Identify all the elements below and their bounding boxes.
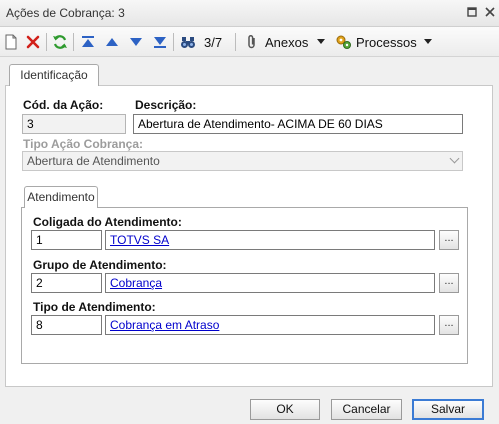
toolbar: 3/7 Anexos Processos: [0, 27, 499, 57]
first-record-icon[interactable]: [80, 34, 96, 50]
delete-icon[interactable]: [25, 34, 41, 50]
anexos-menu[interactable]: Anexos: [265, 35, 308, 50]
close-icon[interactable]: [483, 6, 497, 20]
toolbar-separator: [46, 33, 47, 51]
paperclip-icon[interactable]: [244, 34, 260, 50]
grupo-name-link[interactable]: Cobrança: [110, 276, 162, 290]
new-record-icon[interactable]: [3, 34, 19, 50]
tipo-atendimento-name-field[interactable]: Cobrança em Atraso: [105, 315, 435, 335]
processos-gear-icon[interactable]: [335, 34, 351, 50]
toolbar-separator: [235, 33, 236, 51]
last-record-icon[interactable]: [152, 34, 168, 50]
title-bar: Ações de Cobrança: 3: [0, 0, 499, 27]
ok-button[interactable]: OK: [250, 399, 320, 420]
descricao-label: Descrição:: [135, 98, 197, 112]
tipo-atendimento-label: Tipo de Atendimento:: [33, 300, 156, 314]
window-title: Ações de Cobrança: 3: [6, 6, 125, 20]
record-counter: 3/7: [204, 35, 223, 50]
grupo-name-field[interactable]: Cobrança: [105, 273, 435, 293]
tab-atendimento[interactable]: Atendimento: [24, 186, 98, 208]
tipo-acao-value: Abertura de Atendimento: [27, 154, 160, 168]
toolbar-separator: [73, 33, 74, 51]
cod-acao-label: Cód. da Ação:: [23, 98, 104, 112]
tipo-atendimento-code-input[interactable]: 8: [31, 315, 102, 335]
cancel-button[interactable]: Cancelar: [331, 399, 402, 420]
tipo-atendimento-lookup-button[interactable]: ...: [439, 315, 459, 335]
grupo-code-input[interactable]: 2: [31, 273, 102, 293]
grupo-lookup-button[interactable]: ...: [439, 273, 459, 293]
cod-acao-field: 3: [22, 114, 126, 134]
processos-dropdown-icon[interactable]: [424, 39, 432, 44]
coligada-code-input[interactable]: 1: [31, 230, 102, 250]
refresh-icon[interactable]: [52, 34, 68, 50]
coligada-name-link[interactable]: TOTVS SA: [110, 233, 169, 247]
restore-icon[interactable]: [465, 6, 479, 20]
coligada-label: Coligada do Atendimento:: [33, 215, 182, 229]
previous-record-icon[interactable]: [104, 34, 120, 50]
binoculars-icon[interactable]: [180, 34, 196, 50]
coligada-name-field[interactable]: TOTVS SA: [105, 230, 435, 250]
tipo-acao-combobox[interactable]: Abertura de Atendimento: [22, 151, 463, 171]
grupo-label: Grupo de Atendimento:: [33, 258, 167, 272]
tipo-acao-label: Tipo Ação Cobrança:: [23, 137, 144, 151]
tipo-atendimento-name-link[interactable]: Cobrança em Atraso: [110, 318, 219, 332]
coligada-lookup-button[interactable]: ...: [439, 230, 459, 250]
chevron-down-icon: [449, 153, 460, 164]
save-button[interactable]: Salvar: [412, 399, 484, 420]
processos-menu[interactable]: Processos: [356, 35, 417, 50]
tab-identificacao[interactable]: Identificação: [9, 64, 99, 86]
anexos-dropdown-icon[interactable]: [317, 39, 325, 44]
toolbar-separator: [173, 33, 174, 51]
descricao-input[interactable]: Abertura de Atendimento- ACIMA DE 60 DIA…: [133, 114, 463, 134]
next-record-icon[interactable]: [128, 34, 144, 50]
